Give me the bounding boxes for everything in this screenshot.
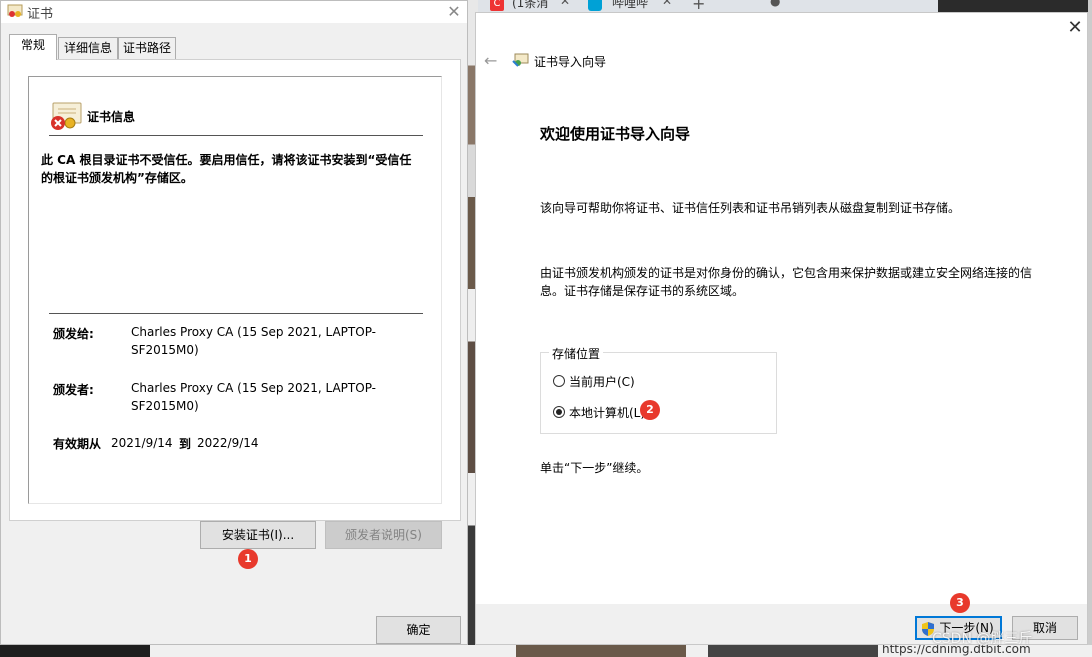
wizard-certificate-icon bbox=[512, 53, 529, 67]
current-user-radio[interactable] bbox=[553, 375, 565, 387]
csdn-watermark: CSDN @胖三斤 bbox=[932, 631, 1033, 647]
ok-button[interactable]: 确定 bbox=[376, 616, 461, 644]
background-tile bbox=[516, 645, 686, 657]
background-edge bbox=[1088, 0, 1092, 645]
tab-cert-path[interactable]: 证书路径 bbox=[118, 37, 176, 59]
background-bottom-strip: https://cdnimg.dtbit.com bbox=[0, 642, 1092, 657]
browser-tab-1[interactable]: (1条消 bbox=[512, 0, 548, 11]
browser-tab-strip: C (1条消 ✕ 哔哩哔 ✕ + ● bbox=[478, 0, 938, 12]
back-arrow-icon[interactable]: ← bbox=[484, 51, 497, 70]
step-badge-3: 3 bbox=[950, 593, 970, 613]
certificate-icon bbox=[7, 4, 23, 17]
general-tab-panel: 证书信息 此 CA 根目录证书不受信任。要启用信任，请将该证书安装到“受信任的根… bbox=[9, 59, 461, 521]
store-location-label: 存储位置 bbox=[549, 345, 604, 362]
tab-general[interactable]: 常规 bbox=[9, 34, 57, 60]
divider bbox=[49, 135, 423, 136]
install-certificate-button[interactable]: 安装证书(I)... bbox=[200, 521, 316, 549]
certificate-import-wizard: ✕ ← 证书导入向导 欢迎使用证书导入向导 该向导可帮助你将证书、证书信任列表和… bbox=[475, 12, 1088, 645]
valid-to-value: 2022/9/14 bbox=[197, 436, 259, 450]
untrusted-certificate-icon bbox=[51, 102, 82, 130]
local-machine-label[interactable]: 本地计算机(L) bbox=[569, 404, 645, 421]
wizard-heading: 欢迎使用证书导入向导 bbox=[540, 125, 691, 143]
tab-details[interactable]: 详细信息 bbox=[58, 37, 118, 59]
current-user-label[interactable]: 当前用户(C) bbox=[569, 373, 635, 390]
issued-to-value: Charles Proxy CA (15 Sep 2021, LAPTOP-SF… bbox=[131, 325, 376, 357]
bilibili-tab-icon bbox=[588, 0, 602, 11]
store-location-group: 存储位置 当前用户(C) 本地计算机(L) bbox=[540, 345, 777, 434]
trust-warning-text: 此 CA 根目录证书不受信任。要启用信任，请将该证书安装到“受信任的根证书颁发机… bbox=[41, 153, 412, 185]
issued-by-label: 颁发者: bbox=[53, 383, 94, 397]
valid-from-value: 2021/9/14 bbox=[111, 436, 173, 450]
valid-to-label: 到 bbox=[179, 437, 192, 451]
wizard-title: 证书导入向导 bbox=[534, 55, 607, 69]
certificate-info-box: 证书信息 此 CA 根目录证书不受信任。要启用信任，请将该证书安装到“受信任的根… bbox=[28, 76, 442, 504]
certificate-info-title: 证书信息 bbox=[87, 110, 136, 124]
continue-hint: 单击“下一步”继续。 bbox=[540, 461, 649, 475]
close-icon[interactable]: ✕ bbox=[1064, 17, 1086, 39]
issued-by-value: Charles Proxy CA (15 Sep 2021, LAPTOP-SF… bbox=[131, 381, 376, 413]
dialog-titlebar: 证书 ✕ bbox=[1, 1, 467, 23]
new-tab-icon[interactable]: + bbox=[692, 0, 705, 12]
background-tile bbox=[708, 645, 878, 657]
wizard-description-2: 由证书颁发机构颁发的证书是对你身份的确认，它包含用来保护数据或建立安全网络连接的… bbox=[540, 266, 1033, 298]
valid-from-label: 有效期从 bbox=[53, 437, 102, 451]
dialog-title: 证书 bbox=[27, 7, 54, 22]
csdn-tab-icon: C bbox=[490, 0, 504, 11]
step-badge-2: 2 bbox=[640, 400, 660, 420]
close-icon[interactable]: ✕ bbox=[560, 0, 570, 8]
browser-tab-2[interactable]: 哔哩哔 bbox=[612, 0, 648, 11]
issued-to-label: 颁发给: bbox=[53, 327, 94, 341]
background-tile bbox=[0, 645, 150, 657]
tab-search-icon[interactable]: ● bbox=[770, 0, 780, 8]
certificate-dialog: 证书 ✕ 常规 详细信息 证书路径 证书信息 此 CA 根目录证书不受信任。要启… bbox=[0, 0, 468, 645]
wizard-description-1: 该向导可帮助你将证书、证书信任列表和证书吊销列表从磁盘复制到证书存储。 bbox=[540, 201, 961, 215]
close-icon[interactable]: ✕ bbox=[441, 1, 467, 23]
divider bbox=[49, 313, 423, 314]
local-machine-radio[interactable] bbox=[553, 406, 565, 418]
close-icon[interactable]: ✕ bbox=[662, 0, 672, 8]
step-badge-1: 1 bbox=[238, 549, 258, 569]
issuer-statement-button[interactable]: 颁发者说明(S) bbox=[325, 521, 442, 549]
